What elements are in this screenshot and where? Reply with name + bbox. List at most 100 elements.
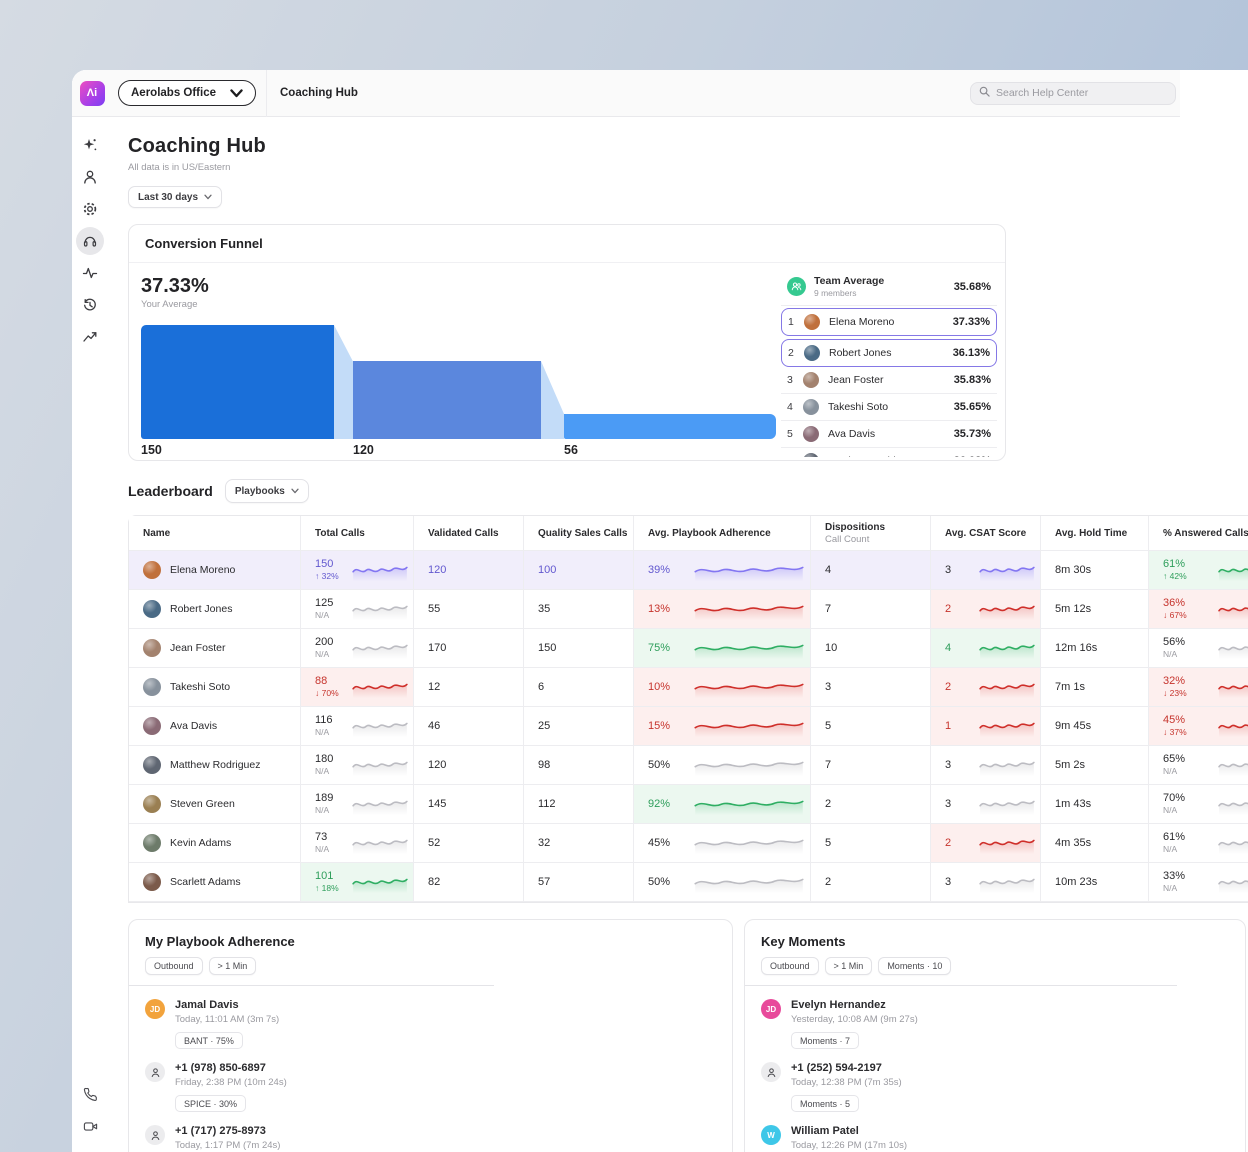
agent-name-cell[interactable]: Matthew Rodriguez xyxy=(129,746,301,785)
ranking-row[interactable]: 2 Robert Jones 36.13% xyxy=(781,339,997,367)
quality-sales-calls-cell: 32 xyxy=(524,824,634,863)
user-icon xyxy=(761,1062,781,1082)
call-list-item[interactable]: +1 (252) 594-2197 Today, 12:38 PM (7m 35… xyxy=(761,1062,1229,1112)
sidebar-item-trends[interactable] xyxy=(76,323,104,351)
avatar xyxy=(803,372,819,388)
sparkline xyxy=(979,792,1035,816)
dispositions-cell: 5 xyxy=(811,824,931,863)
cell-value: 1 xyxy=(945,720,951,733)
chevron-down-icon xyxy=(230,89,243,98)
sidebar-item-sparkles[interactable] xyxy=(76,131,104,159)
funnel-bar-adherence[interactable] xyxy=(564,414,776,439)
page-title: Coaching Hub xyxy=(128,135,1248,158)
user-icon xyxy=(145,1062,165,1082)
adherence-cell: 10% xyxy=(634,668,811,707)
team-average-label: Team Average xyxy=(814,275,884,287)
cell-delta: N/A xyxy=(315,806,333,816)
call-list-item[interactable]: +1 (717) 275-8973 Today, 1:17 PM (7m 24s… xyxy=(145,1125,716,1152)
call-badge: Moments · 7 xyxy=(791,1032,859,1049)
funnel-bar-conversations[interactable] xyxy=(353,361,541,439)
sidebar-item-user[interactable] xyxy=(76,163,104,191)
csat-cell: 3 xyxy=(931,785,1041,824)
csat-cell: 2 xyxy=(931,824,1041,863)
filter-chip[interactable]: > 1 Min xyxy=(209,957,257,975)
agent-name-cell[interactable]: Takeshi Soto xyxy=(129,668,301,707)
call-list-item[interactable]: JD Jamal Davis Today, 11:01 AM (3m 7s) B… xyxy=(145,999,716,1049)
sidebar-item-activity[interactable] xyxy=(76,259,104,287)
csat-cell: 3 xyxy=(931,551,1041,590)
team-members-count: 9 members xyxy=(814,288,884,298)
agent-name-cell[interactable]: Elena Moreno xyxy=(129,551,301,590)
ranking-row[interactable]: 1 Elena Moreno 37.33% xyxy=(781,308,997,336)
avatar xyxy=(143,639,161,657)
cell-value: 4 xyxy=(945,642,951,655)
filter-chip[interactable]: Outbound xyxy=(761,957,819,975)
csat-cell: 2 xyxy=(931,668,1041,707)
ranking-row[interactable]: 6 Matthew Rodriguez 36.02% xyxy=(781,448,997,457)
avatar xyxy=(143,600,161,618)
call-badge: Moments · 5 xyxy=(791,1095,859,1112)
date-range-button[interactable]: Last 30 days xyxy=(128,186,222,208)
call-list-item[interactable]: +1 (978) 850-6897 Friday, 2:38 PM (10m 2… xyxy=(145,1062,716,1112)
playbook-card-title: My Playbook Adherence xyxy=(129,920,732,949)
sparkline xyxy=(1218,636,1248,660)
sidebar-item-coaching-active[interactable] xyxy=(76,227,104,255)
rank-name: Robert Jones xyxy=(829,347,891,359)
sparkline xyxy=(1218,675,1248,699)
avatar xyxy=(803,453,819,457)
sparkline xyxy=(979,636,1035,660)
cell-value: 52 xyxy=(428,837,440,850)
agent-name-cell[interactable]: Ava Davis xyxy=(129,707,301,746)
playbooks-filter-button[interactable]: Playbooks xyxy=(225,479,309,503)
sidebar-item-phone[interactable] xyxy=(76,1080,104,1108)
leaderboard-header-row: Name Total Calls Validated Calls Quality… xyxy=(129,516,1248,551)
cell-value: 125 xyxy=(315,597,333,610)
cell-value: 46 xyxy=(428,720,440,733)
filter-chip[interactable]: Moments · 10 xyxy=(878,957,951,975)
agent-name-cell[interactable]: Robert Jones xyxy=(129,590,301,629)
cell-delta: ↓ 37% xyxy=(1163,728,1187,738)
leaderboard-table: Name Total Calls Validated Calls Quality… xyxy=(128,515,1248,903)
agent-name-cell[interactable]: Scarlett Adams xyxy=(129,863,301,902)
sidebar-item-history[interactable] xyxy=(76,291,104,319)
ranking-row[interactable]: 3 Jean Foster 35.83% xyxy=(781,367,997,394)
call-list-item[interactable]: W William Patel Today, 12:26 PM (17m 10s… xyxy=(761,1125,1229,1152)
adherence-cell: 75% xyxy=(634,629,811,668)
agent-name: Jean Foster xyxy=(170,642,225,654)
app-logo-icon[interactable]: Λi xyxy=(80,81,105,106)
answered-calls-cell: 45%↓ 37% xyxy=(1149,707,1248,746)
cell-value: 32 xyxy=(538,837,550,850)
validated-calls-cell: 12 xyxy=(414,668,524,707)
cell-value: 36% xyxy=(1163,597,1187,610)
filter-chip[interactable]: Outbound xyxy=(145,957,203,975)
answered-calls-cell: 33%N/A xyxy=(1149,863,1248,902)
cell-value: 50% xyxy=(648,759,670,772)
filter-chip[interactable]: > 1 Min xyxy=(825,957,873,975)
org-switcher[interactable]: Aerolabs Office xyxy=(118,80,256,106)
funnel-bar-total-calls[interactable] xyxy=(141,325,334,439)
funnel-stage: 56Playbook Adherence xyxy=(564,443,651,461)
sidebar xyxy=(72,117,108,1152)
ranking-row[interactable]: 4 Takeshi Soto 35.65% xyxy=(781,394,997,421)
validated-calls-cell: 46 xyxy=(414,707,524,746)
sidebar-item-video[interactable] xyxy=(76,1112,104,1140)
agent-name-cell[interactable]: Jean Foster xyxy=(129,629,301,668)
cell-value: 120 xyxy=(428,564,446,577)
cell-delta: N/A xyxy=(1163,650,1185,660)
sparkline xyxy=(352,558,408,582)
avatar: JD xyxy=(145,999,165,1019)
call-list-item[interactable]: JD Evelyn Hernandez Yesterday, 10:08 AM … xyxy=(761,999,1229,1049)
quality-sales-calls-cell: 57 xyxy=(524,863,634,902)
cell-value: 5m 12s xyxy=(1055,603,1091,616)
call-meta: Today, 1:17 PM (7m 24s) xyxy=(175,1140,280,1151)
ranking-row[interactable]: 5 Ava Davis 35.73% xyxy=(781,421,997,448)
cell-value: 7 xyxy=(825,603,831,616)
help-search-input[interactable] xyxy=(996,87,1167,99)
agent-name-cell[interactable]: Kevin Adams xyxy=(129,824,301,863)
agent-name-cell[interactable]: Steven Green xyxy=(129,785,301,824)
cell-value: 73 xyxy=(315,831,329,844)
sidebar-item-settings[interactable] xyxy=(76,195,104,223)
help-search[interactable] xyxy=(970,82,1176,105)
answered-calls-cell: 56%N/A xyxy=(1149,629,1248,668)
cell-value: 70% xyxy=(1163,792,1185,805)
